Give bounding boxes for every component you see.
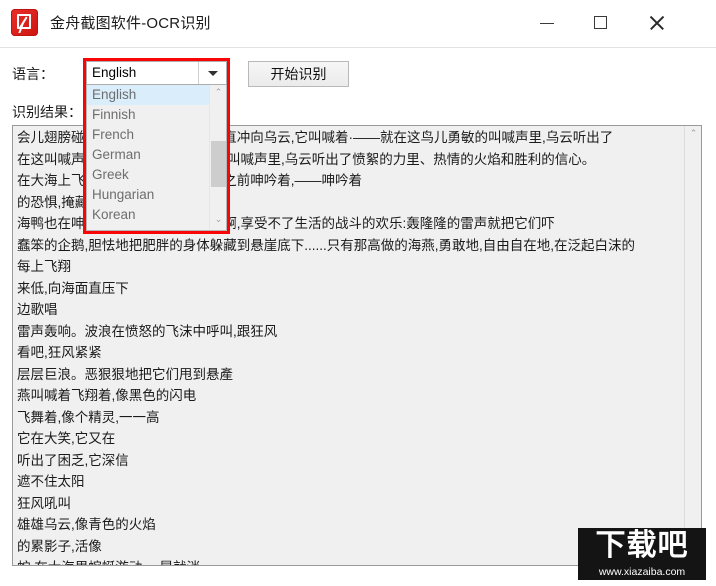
language-combobox[interactable]: English — [86, 61, 227, 85]
result-text-line: 雷声轰响。波浪在愤怒的飞沫中呼叫,跟狂风 — [17, 323, 278, 339]
language-label: 语言： — [12, 66, 54, 82]
result-text-line: 蠢笨的企鹅,胆怯地把肥胖的身体躲藏到悬崖底下......只有那高做的海燕,勇敢地… — [17, 235, 682, 257]
result-text-line: 狂风吼叫 — [17, 495, 71, 511]
selected-text-run: 蠢笨的企鹅,胆怯地把肥胖的身体躲藏到悬崖底下......只有那高做的海燕,勇敢地… — [17, 237, 636, 253]
watermark-url: www.xiazaiba.com — [598, 566, 686, 578]
scroll-down-icon[interactable]: ⌄ — [210, 212, 226, 229]
language-option[interactable]: Hungarian — [87, 185, 211, 205]
close-icon — [648, 14, 665, 31]
result-text-line: 听出了困乏,它深信 — [17, 452, 129, 468]
result-text-line: 它在大笑,它又在 — [17, 431, 116, 446]
watermark-text: 下载吧 — [595, 528, 689, 563]
result-text-line: 来低,向海面直压下 — [17, 280, 129, 296]
window-title: 金舟截图软件-OCR识别 — [50, 15, 211, 32]
result-text-line: 遮不住太阳 — [17, 474, 85, 489]
language-option[interactable]: Finnish — [87, 105, 211, 125]
scrollbar-thumb[interactable] — [211, 141, 226, 187]
close-button[interactable] — [634, 0, 680, 46]
result-scrollbar[interactable]: ⌃ — [684, 126, 701, 565]
result-text-line: 层层巨浪。恶狠狠地把它们甩到悬產 — [17, 366, 233, 382]
minimize-icon — [540, 23, 554, 24]
language-option[interactable]: French — [87, 125, 211, 145]
result-text-line: 燕叫喊着飞翔着,像黑色的闪电 — [17, 388, 197, 403]
minimize-button[interactable] — [524, 0, 570, 46]
result-text-line: 飞舞着,像个精灵,一一高 — [17, 409, 160, 425]
result-text-line: 看吧,狂风紧紧 — [17, 345, 102, 360]
language-dropdown-toggle[interactable] — [198, 62, 226, 84]
scroll-up-icon[interactable]: ⌃ — [210, 85, 226, 102]
maximize-icon — [594, 16, 607, 29]
app-logo-icon — [11, 9, 38, 36]
language-option[interactable]: Korean — [87, 205, 211, 225]
language-selected-value: English — [92, 65, 137, 80]
language-option[interactable]: English — [87, 85, 211, 105]
result-text-line: 边歌唱 — [17, 302, 58, 317]
watermark: 下载吧 www.xiazaiba.com — [578, 528, 706, 580]
result-text-line: 每上飞翔 — [17, 256, 682, 278]
language-option-list: English Finnish French German Greek Hungarian… — [87, 85, 211, 225]
start-recognition-button[interactable]: 开始识别 — [248, 61, 349, 87]
result-label: 识别结果： — [12, 104, 82, 120]
language-option[interactable]: German — [87, 145, 211, 165]
language-dropdown-list[interactable]: English Finnish French German Greek Hungarian… — [86, 85, 227, 231]
scroll-up-icon[interactable]: ⌃ — [685, 126, 701, 143]
language-option[interactable]: Greek — [87, 165, 211, 185]
title-bar: 金舟截图软件-OCR识别 — [0, 0, 716, 48]
chevron-down-icon — [208, 71, 218, 76]
dropdown-scrollbar[interactable]: ⌃ ⌄ — [209, 85, 226, 229]
selected-text-run: 每上飞翔 — [17, 259, 71, 274]
maximize-button[interactable] — [578, 0, 624, 46]
